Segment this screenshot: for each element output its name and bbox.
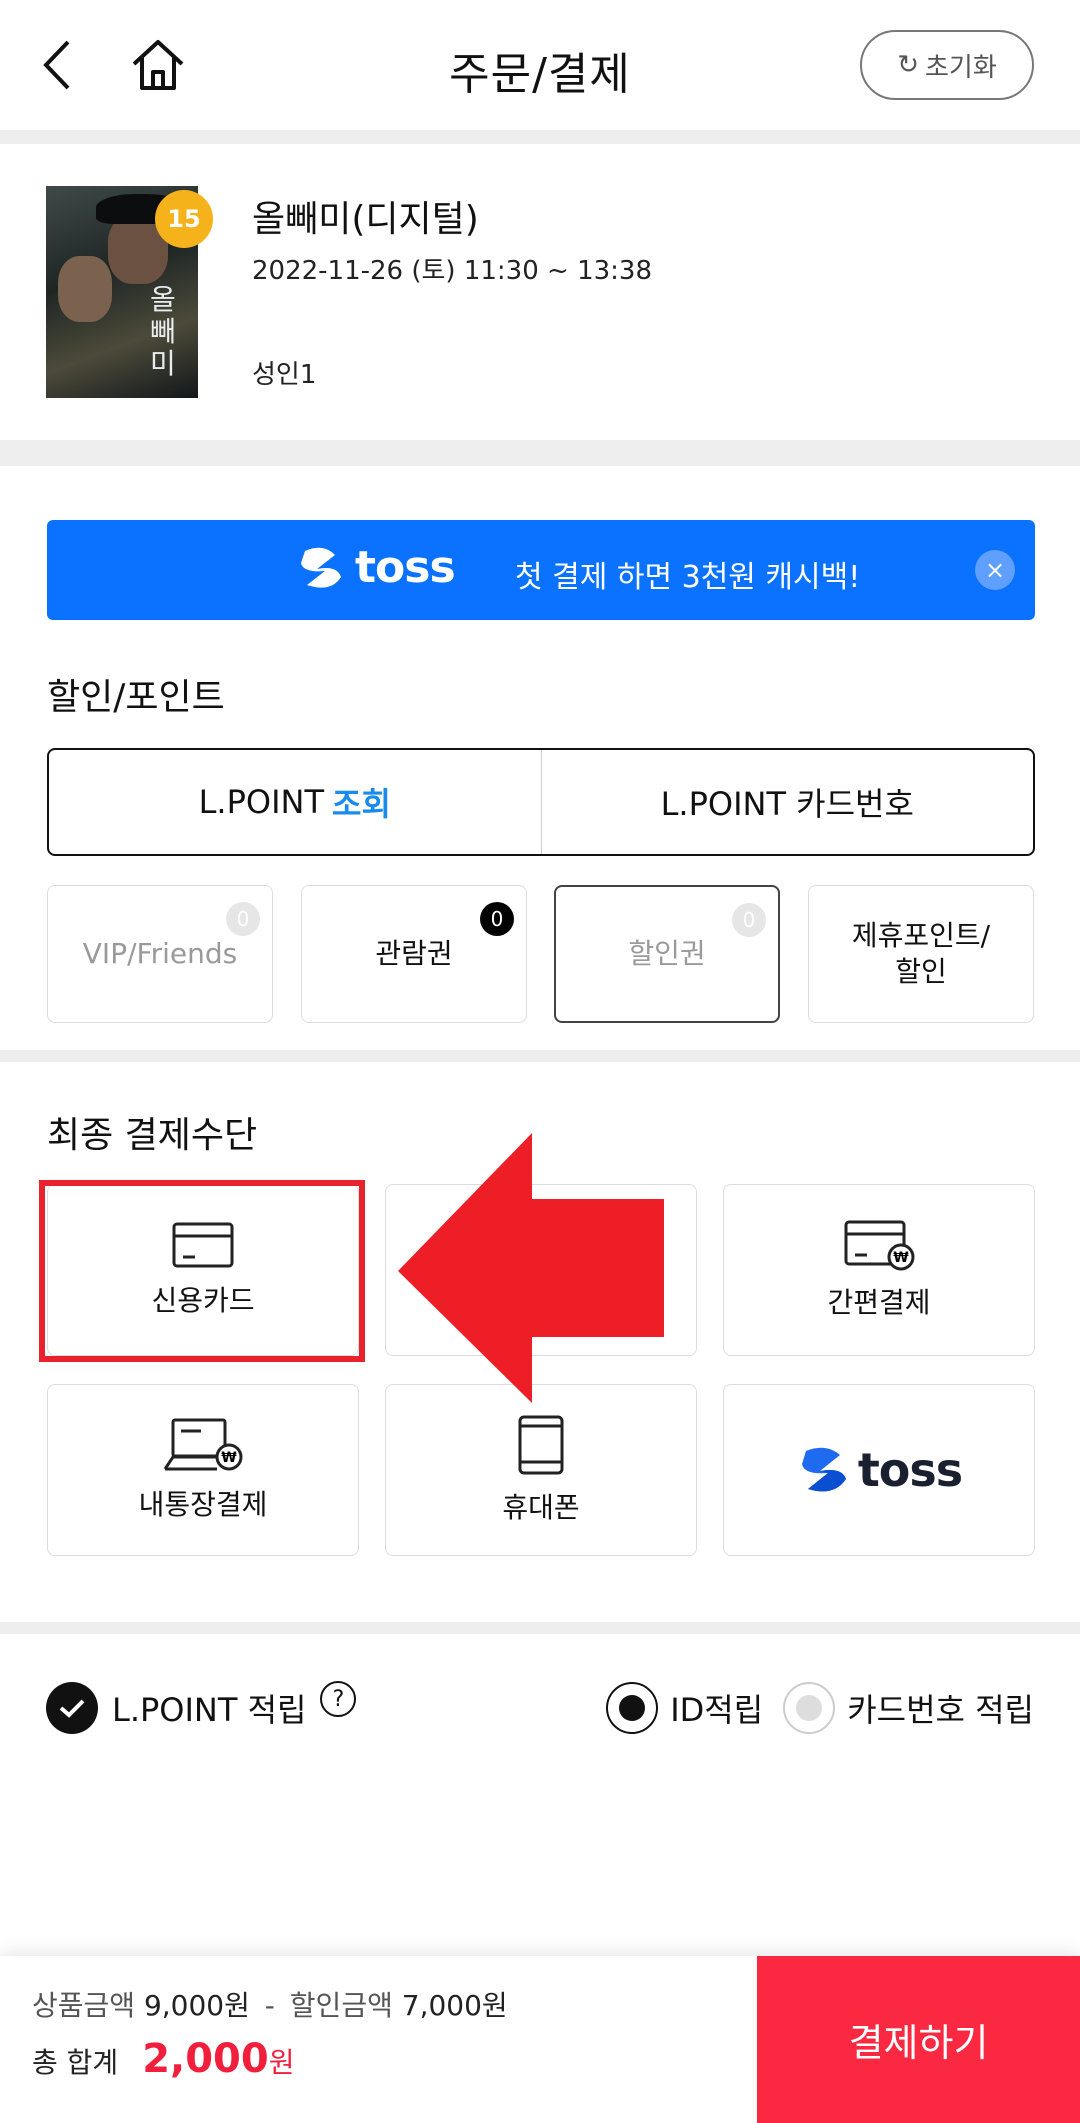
count-badge: 0: [732, 903, 766, 937]
banner-message: 첫 결제 하면 3천원 캐시백!: [515, 560, 861, 595]
divider: [0, 440, 1080, 466]
red-arrow-annotation: [398, 1133, 664, 1403]
radio-id-accrual-label: ID적립: [670, 1691, 764, 1729]
order-footer: 상품금액 9,000원 - 할인금액 7,000원 총 합계 2,000원 결제…: [0, 1956, 1080, 2123]
discount-option-ticket[interactable]: 관람권 0: [301, 885, 527, 1023]
payment-easy-pay[interactable]: ₩ 간편결제: [723, 1184, 1035, 1356]
help-icon[interactable]: ?: [320, 1681, 357, 1717]
movie-datetime: 2022-11-26 (토) 11:30 ~ 13:38: [252, 256, 653, 286]
accrual-type-radios: ID적립 카드번호 적립: [606, 1682, 1034, 1734]
refresh-icon: ↻: [897, 50, 920, 80]
reset-button[interactable]: ↻ 초기화: [860, 30, 1034, 100]
lpoint-tabs: L.POINT 조회 L.POINT 카드번호: [47, 748, 1035, 856]
age-rating-badge: 15: [155, 190, 213, 248]
payment-toss[interactable]: toss: [723, 1384, 1035, 1556]
easy-pay-card-icon: ₩: [844, 1220, 915, 1271]
count-badge: 0: [480, 902, 514, 936]
discount-option-vip[interactable]: VIP/Friends 0: [47, 885, 273, 1023]
reset-label: 초기화: [925, 52, 997, 83]
movie-people: 성인1: [252, 360, 317, 390]
poster-title: 올빼미: [150, 283, 176, 380]
lpoint-accrual-label: L.POINT 적립: [112, 1691, 307, 1729]
divider: [0, 130, 1080, 144]
toss-logo-icon: [801, 1447, 846, 1492]
mobile-phone-icon: [518, 1415, 564, 1475]
total-amount: 2,000: [142, 2036, 269, 2082]
radio-id-accrual[interactable]: [606, 1682, 659, 1734]
discount-option-partner-point[interactable]: 제휴포인트/ 할인: [808, 885, 1034, 1023]
bank-account-icon: ₩: [163, 1418, 243, 1471]
payment-section-title: 최종 결제수단: [47, 1115, 258, 1156]
toss-logo-icon: [301, 547, 341, 588]
radio-card-number-accrual[interactable]: [783, 1682, 836, 1734]
lpoint-card-number-tab[interactable]: L.POINT 카드번호: [542, 750, 1034, 854]
divider: [0, 1050, 1080, 1062]
toss-banner-logo: toss: [295, 542, 456, 593]
total-summary: 총 합계 2,000원: [32, 2036, 295, 2082]
toss-brand-text: toss: [355, 542, 456, 593]
movie-title: 올빼미(디지털): [252, 199, 479, 240]
svg-text:₩: ₩: [893, 1250, 909, 1266]
lpoint-lookup-tab[interactable]: L.POINT 조회: [49, 750, 542, 854]
app-header: 주문/결제 ↻ 초기화: [0, 0, 1080, 130]
lpoint-accrual-toggle[interactable]: L.POINT 적립 ?: [46, 1681, 357, 1734]
payment-bank-account[interactable]: ₩ 내통장결제: [47, 1384, 359, 1556]
pay-button[interactable]: 결제하기: [757, 1956, 1080, 2123]
count-badge: 0: [226, 902, 260, 936]
radio-card-number-accrual-label: 카드번호 적립: [847, 1691, 1034, 1729]
close-icon[interactable]: ×: [975, 550, 1015, 590]
toss-promo-banner[interactable]: toss 첫 결제 하면 3천원 캐시백! ×: [47, 520, 1035, 620]
amount-summary: 상품금액 9,000원 - 할인금액 7,000원: [32, 1989, 508, 2022]
divider: [0, 1622, 1080, 1634]
svg-text:₩: ₩: [221, 1450, 237, 1466]
payment-mobile-phone[interactable]: 휴대폰: [385, 1384, 697, 1556]
discount-section-title: 할인/포인트: [47, 677, 225, 718]
highlight-box: [39, 1180, 365, 1362]
discount-option-coupon[interactable]: 할인권 0: [554, 885, 780, 1023]
check-icon[interactable]: [46, 1682, 98, 1734]
